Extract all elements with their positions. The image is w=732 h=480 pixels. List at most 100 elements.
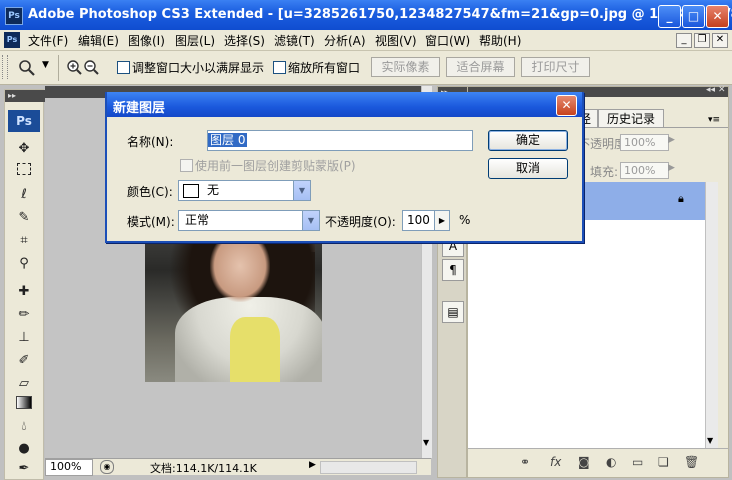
- document-icon[interactable]: Ps: [4, 32, 20, 48]
- menu-window[interactable]: 窗口(W): [425, 32, 470, 49]
- adjustment-layer-icon[interactable]: ◐: [606, 455, 616, 469]
- status-menu-arrow-icon[interactable]: ▶: [309, 460, 316, 470]
- eyedropper-tool-icon[interactable]: ⚲: [15, 255, 33, 273]
- fill-label: 填充:: [590, 165, 619, 179]
- layer-name-input[interactable]: 图层 0: [207, 130, 473, 151]
- history-brush-tool-icon[interactable]: ✐: [15, 352, 33, 370]
- lasso-tool-icon[interactable]: ℓ: [15, 186, 33, 204]
- menu-filter[interactable]: 滤镜(T): [274, 32, 315, 49]
- name-label: 名称(N):: [127, 135, 174, 149]
- move-tool-icon[interactable]: ✥: [15, 140, 33, 158]
- color-label: 颜色(C):: [127, 185, 173, 199]
- healing-brush-tool-icon[interactable]: ✚: [15, 283, 33, 301]
- opacity-field[interactable]: 100%: [620, 134, 669, 151]
- panel-close-icon[interactable]: ✕: [718, 85, 726, 95]
- eraser-tool-icon[interactable]: ▱: [15, 375, 33, 393]
- color-select[interactable]: 无 ▼: [178, 180, 311, 201]
- zoom-out-icon[interactable]: [83, 59, 99, 75]
- dialog-title-bar[interactable]: 新建图层 ✕: [107, 92, 582, 117]
- clipping-mask-checkbox[interactable]: [180, 159, 193, 172]
- document-image[interactable]: [145, 242, 322, 382]
- document-info: 文档:114.1K/114.1K: [150, 462, 257, 475]
- brush-tool-icon[interactable]: ✏: [15, 306, 33, 324]
- zoom-tool-icon[interactable]: [18, 59, 36, 77]
- toolbox-collapse-icon[interactable]: ▸▸: [5, 90, 46, 102]
- menu-view[interactable]: 视图(V): [375, 32, 417, 49]
- ok-button[interactable]: 确定: [488, 130, 568, 151]
- print-size-button[interactable]: 打印尺寸: [521, 57, 590, 77]
- gradient-tool-icon[interactable]: [15, 396, 33, 414]
- status-menu-icon[interactable]: ◉: [100, 460, 114, 474]
- resize-windows-label: 调整窗口大小以满屏显示: [132, 61, 265, 75]
- crop-tool-icon[interactable]: ⌗: [15, 232, 33, 250]
- scroll-down-icon[interactable]: ▼: [423, 438, 429, 447]
- layer-mask-icon[interactable]: ◙: [578, 455, 590, 469]
- watermark-brand: Bai: [560, 410, 610, 443]
- mode-label: 模式(M):: [127, 215, 175, 229]
- link-layers-icon[interactable]: ⚭: [520, 455, 530, 469]
- dialog-title: 新建图层: [113, 101, 166, 116]
- opacity-slider-icon[interactable]: ▶: [668, 135, 675, 145]
- zoom-in-icon[interactable]: [66, 59, 82, 75]
- notes-panel-icon[interactable]: ▤: [442, 301, 464, 323]
- delete-layer-icon[interactable]: 🗑︎: [684, 455, 699, 469]
- zoom-level-field[interactable]: 100%: [45, 459, 93, 476]
- resize-windows-checkbox[interactable]: [117, 61, 130, 74]
- menu-file[interactable]: 文件(F): [28, 32, 68, 49]
- lock-icon: 🔒︎: [678, 192, 684, 205]
- opacity-slider-icon[interactable]: ▶: [434, 210, 450, 231]
- panel-collapse-icon[interactable]: ◂◂: [706, 85, 715, 95]
- image-yellow-top: [230, 317, 280, 382]
- clone-stamp-tool-icon[interactable]: ⊥: [15, 329, 33, 347]
- layer-style-icon[interactable]: fx: [550, 455, 561, 469]
- dialog-opacity-label: 不透明度(O):: [325, 215, 396, 229]
- magic-wand-tool-icon[interactable]: ✎: [15, 209, 33, 227]
- menu-edit[interactable]: 编辑(E): [78, 32, 119, 49]
- new-group-icon[interactable]: ▭: [632, 455, 643, 469]
- dialog-close-button[interactable]: ✕: [556, 95, 577, 116]
- baidu-watermark: Bai 🐾︎ du 经验: [560, 397, 720, 455]
- chevron-down-icon[interactable]: ▼: [302, 211, 319, 230]
- maximize-button[interactable]: □: [682, 5, 705, 28]
- actual-pixels-button[interactable]: 实际像素: [371, 57, 440, 77]
- window-title-bar: Ps Adobe Photoshop CS3 Extended - [u=328…: [0, 0, 732, 30]
- watermark-brand-2: du: [604, 419, 627, 438]
- panel-menu-icon[interactable]: ▾≡: [708, 115, 720, 125]
- tool-preset-dropdown-icon[interactable]: ▼: [42, 60, 49, 70]
- chevron-down-icon[interactable]: ▼: [293, 181, 310, 200]
- close-window-button[interactable]: ✕: [706, 5, 729, 28]
- options-bar: ▼ 调整窗口大小以满屏显示 缩放所有窗口 实际像素 适合屏幕 打印尺寸: [0, 51, 732, 85]
- mode-value: 正常: [185, 213, 210, 227]
- menu-analysis[interactable]: 分析(A): [324, 32, 366, 49]
- paragraph-panel-icon[interactable]: ¶: [442, 259, 464, 281]
- window-title: Adobe Photoshop CS3 Extended - [u=328526…: [28, 7, 732, 22]
- menu-help[interactable]: 帮助(H): [479, 32, 521, 49]
- marquee-tool-icon[interactable]: [15, 163, 33, 181]
- photoshop-logo: Ps: [5, 7, 23, 25]
- menu-select[interactable]: 选择(S): [224, 32, 265, 49]
- grip-handle[interactable]: [2, 55, 8, 79]
- fit-screen-button[interactable]: 适合屏幕: [446, 57, 515, 77]
- toolbox-ps-badge: Ps: [8, 110, 40, 132]
- doc-restore-button[interactable]: ❐: [694, 33, 710, 48]
- minimize-button[interactable]: _: [658, 5, 681, 28]
- paw-icon: 🐾︎: [610, 397, 636, 421]
- blend-mode-select[interactable]: 正常 ▼: [178, 210, 320, 231]
- new-layer-icon[interactable]: ❏: [658, 455, 669, 469]
- fill-field[interactable]: 100%: [620, 162, 669, 179]
- doc-minimize-button[interactable]: _: [676, 33, 692, 48]
- doc-close-button[interactable]: ✕: [712, 33, 728, 48]
- fill-slider-icon[interactable]: ▶: [668, 163, 675, 173]
- tab-history[interactable]: 历史记录: [598, 109, 664, 128]
- dodge-tool-icon[interactable]: ●: [15, 440, 33, 458]
- pen-tool-icon[interactable]: ✒: [15, 460, 33, 478]
- blur-tool-icon[interactable]: 💧︎: [15, 418, 33, 436]
- cancel-button[interactable]: 取消: [488, 158, 568, 179]
- zoom-all-checkbox[interactable]: [273, 61, 286, 74]
- color-swatch: [183, 184, 199, 198]
- new-layer-dialog: 新建图层 ✕ 名称(N): 图层 0 使用前一图层创建剪贴蒙版(P) 颜色(C)…: [105, 92, 584, 243]
- minimize-icon: _: [666, 9, 673, 23]
- menu-layer[interactable]: 图层(L): [175, 32, 215, 49]
- menu-image[interactable]: 图像(I): [128, 32, 165, 49]
- canvas-horizontal-scrollbar[interactable]: [320, 461, 417, 474]
